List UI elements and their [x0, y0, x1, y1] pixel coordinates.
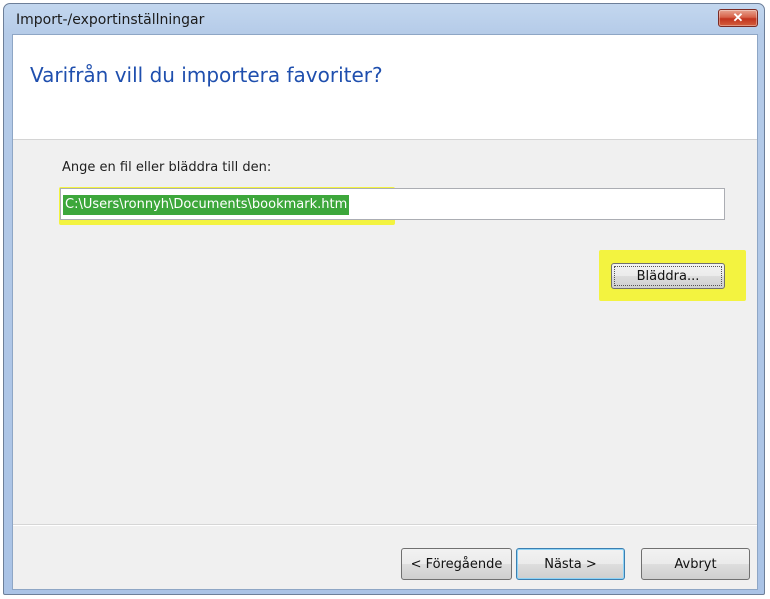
- cancel-button[interactable]: Avbryt: [641, 548, 750, 580]
- focus-rectangle: [614, 266, 722, 286]
- next-button[interactable]: Nästa >: [516, 548, 625, 580]
- title-bar[interactable]: Import-/exportinställningar ✕: [4, 4, 764, 34]
- file-field-label: Ange en fil eller bläddra till den:: [62, 160, 272, 175]
- wizard-header: Varifrån vill du importera favoriter?: [13, 35, 757, 140]
- close-button[interactable]: ✕: [718, 9, 758, 27]
- cancel-button-label: Avbryt: [674, 556, 717, 572]
- footer-divider: [13, 524, 757, 526]
- file-path-value[interactable]: C:\Users\ronnyh\Documents\bookmark.htm: [63, 195, 350, 215]
- close-icon: ✕: [732, 10, 744, 25]
- dialog-body: Varifrån vill du importera favoriter? An…: [12, 34, 758, 590]
- import-export-dialog: Import-/exportinställningar ✕ Varifrån v…: [3, 3, 765, 595]
- window-title: Import-/exportinställningar: [16, 12, 205, 28]
- back-button[interactable]: < Föregående: [401, 548, 512, 580]
- browse-button[interactable]: Bläddra...: [611, 263, 725, 289]
- next-button-label: Nästa >: [544, 556, 597, 572]
- back-button-label: < Föregående: [410, 556, 503, 572]
- page-title: Varifrån vill du importera favoriter?: [30, 63, 383, 87]
